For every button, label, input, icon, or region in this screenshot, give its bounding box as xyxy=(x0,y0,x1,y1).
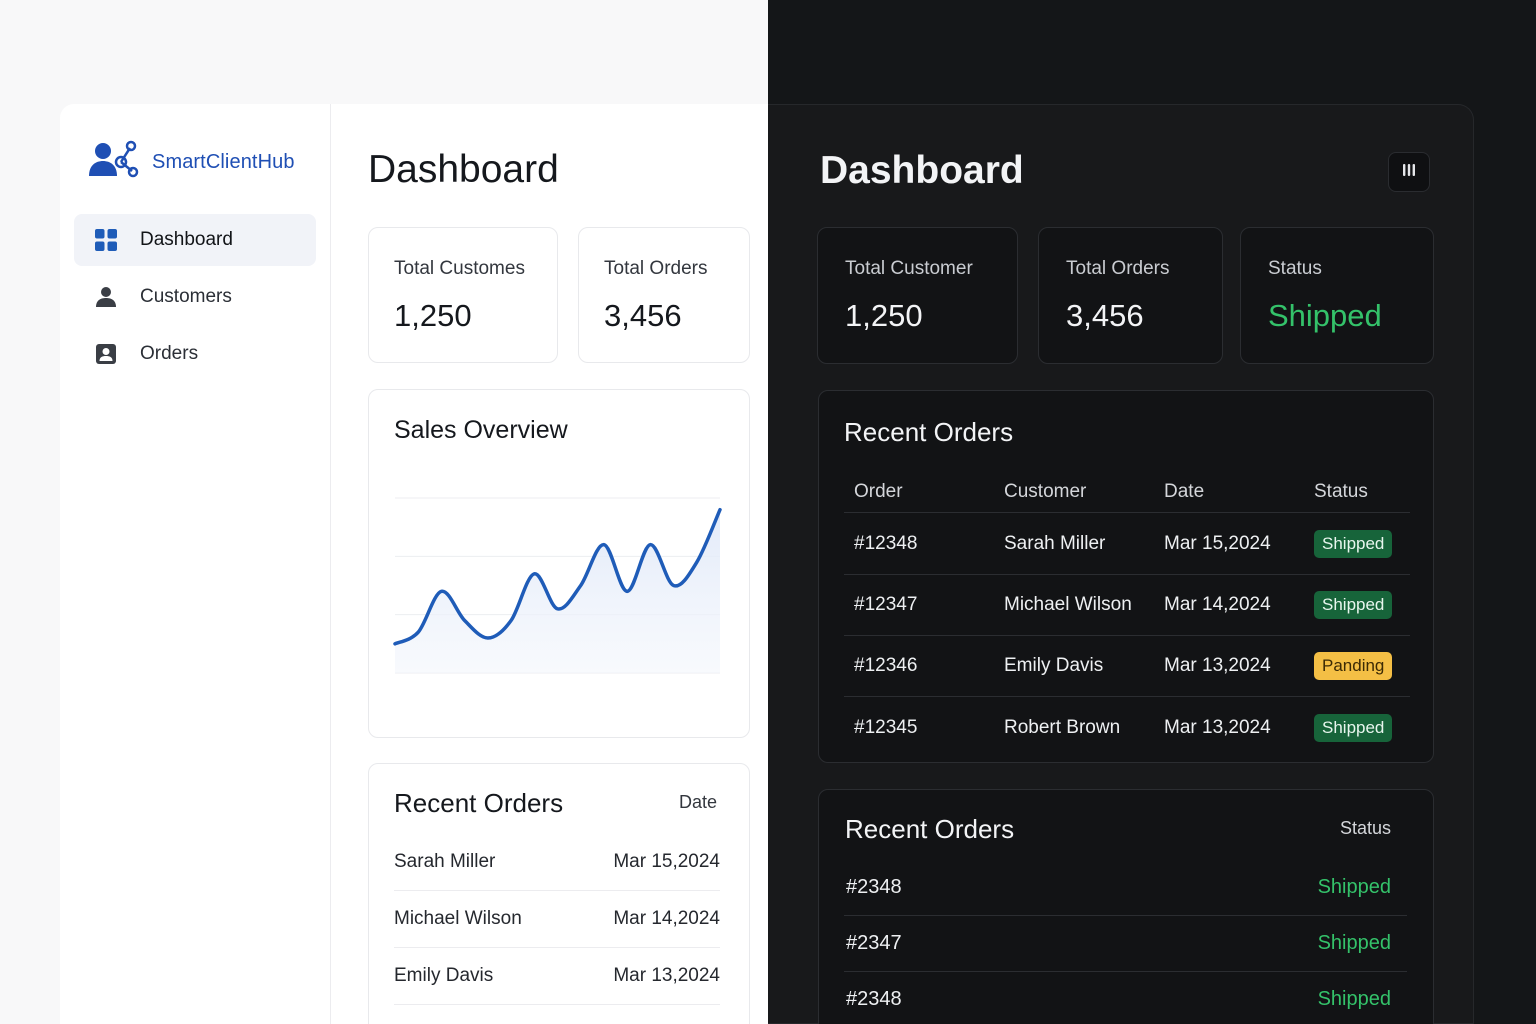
stat-label: Status xyxy=(1268,258,1322,279)
column-header-order[interactable]: Order xyxy=(854,481,903,503)
order-id: #2348 xyxy=(846,876,902,898)
sidebar-item-label: Dashboard xyxy=(140,229,233,250)
order-date: Mar 14,2024 xyxy=(1164,594,1271,615)
status-column-header[interactable]: Status xyxy=(1340,818,1391,839)
order-date: Mar 15,2024 xyxy=(1164,533,1271,554)
customer-name: Sarah Miller xyxy=(1004,533,1106,554)
stat-label: Total Customes xyxy=(394,258,525,279)
stat-card-orders: Total Orders 3,456 xyxy=(578,227,750,363)
sidebar-item-label: Orders xyxy=(140,343,199,364)
brand-name: SmartClientHub xyxy=(152,151,295,173)
stat-card-status: Status Shipped xyxy=(1240,227,1434,364)
brand-logo[interactable]: SmartClientHub xyxy=(88,140,295,185)
order-id: #12347 xyxy=(854,594,918,615)
order-date: Mar 14,2024 xyxy=(613,908,720,929)
status-badge: Shipped xyxy=(1314,713,1393,742)
customer-name: Emily Davis xyxy=(394,965,494,986)
column-header-date[interactable]: Date xyxy=(1164,481,1204,503)
table-header: Order Customer Date Status xyxy=(844,475,1410,513)
stat-card-orders: Total Orders 3,456 xyxy=(1038,227,1223,364)
list-item[interactable]: #2348 Shipped xyxy=(844,972,1407,1024)
order-id: #2347 xyxy=(846,932,902,954)
sidebar-item-label: Customers xyxy=(140,286,232,307)
list-item[interactable]: Emily Davis Mar 13,2024 xyxy=(394,948,720,1005)
order-date: Mar 15,2024 xyxy=(613,851,720,872)
sidebar-item-dashboard[interactable]: Dashboard xyxy=(74,214,316,266)
recent-orders-list: Sarah Miller Mar 15,2024 Michael Wilson … xyxy=(394,834,720,1005)
sidebar-item-customers[interactable]: Customers xyxy=(74,271,316,323)
clipboard-icon xyxy=(94,342,118,366)
stat-card-customers: Total Customes 1,250 xyxy=(368,227,558,363)
status-badge: Shipped xyxy=(1314,530,1393,558)
stat-label: Total Orders xyxy=(1066,258,1170,279)
page-title: Dashboard xyxy=(368,148,559,191)
customer-name: Robert Brown xyxy=(1004,716,1121,738)
stat-value: 3,456 xyxy=(604,298,682,333)
table-row[interactable]: #12345 Robert Brown Mar 13,2024 Shipped xyxy=(844,697,1410,758)
page-title: Dashboard xyxy=(820,149,1024,192)
status-badge: Panding xyxy=(1314,652,1393,680)
bars-icon xyxy=(1401,162,1417,183)
table-row[interactable]: #12348 Sarah Miller Mar 15,2024 Shipped xyxy=(844,514,1410,575)
card-title: Recent Orders xyxy=(844,417,1014,447)
date-column-header[interactable]: Date xyxy=(679,792,717,813)
light-dashboard: SmartClientHub Dashboard Customers Order… xyxy=(60,104,768,1024)
list-item[interactable]: Sarah Miller Mar 15,2024 xyxy=(394,834,720,891)
sidebar-item-orders[interactable]: Orders xyxy=(74,328,316,380)
table-body: #12348 Sarah Miller Mar 15,2024 Shipped … xyxy=(844,514,1410,758)
column-header-customer[interactable]: Customer xyxy=(1004,481,1086,503)
card-title: Recent Orders xyxy=(845,814,1015,844)
customer-name: Michael Wilson xyxy=(1004,594,1132,615)
stat-label: Total Customer xyxy=(845,258,973,279)
order-id: #12345 xyxy=(854,716,918,738)
light-main: Dashboard Total Customes 1,250 Total Ord… xyxy=(331,104,768,1024)
users-network-icon xyxy=(88,140,144,185)
list-item[interactable]: #2347 Shipped xyxy=(844,916,1407,972)
order-id: #12346 xyxy=(854,655,918,676)
sidebar: SmartClientHub Dashboard Customers Order… xyxy=(60,104,331,1024)
user-icon xyxy=(94,285,118,309)
order-date: Mar 13,2024 xyxy=(613,965,720,986)
stat-value: 3,456 xyxy=(1066,298,1144,333)
list-item[interactable]: Michael Wilson Mar 14,2024 xyxy=(394,891,720,948)
stat-value: 1,250 xyxy=(394,298,472,333)
order-status: Shipped xyxy=(1317,876,1391,898)
customer-name: Emily Davis xyxy=(1004,655,1104,676)
stat-value: Shipped xyxy=(1268,298,1382,333)
recent-orders-card: Recent Orders Date Sarah Miller Mar 15,2… xyxy=(368,763,750,1024)
chart-title: Sales Overview xyxy=(394,416,568,444)
recent-orders-status-card: Recent Orders Status #2348 Shipped #2347… xyxy=(818,789,1434,1024)
card-title: Recent Orders xyxy=(394,788,564,818)
order-status: Shipped xyxy=(1317,932,1391,954)
order-id: #12348 xyxy=(854,533,918,554)
menu-button[interactable] xyxy=(1388,152,1430,192)
order-id: #2348 xyxy=(846,988,902,1010)
customer-name: Michael Wilson xyxy=(394,908,522,929)
order-date: Mar 13,2024 xyxy=(1164,655,1271,676)
recent-orders-table-card: Recent Orders Order Customer Date Status… xyxy=(818,390,1434,763)
column-header-status[interactable]: Status xyxy=(1314,481,1368,503)
order-status: Shipped xyxy=(1317,988,1391,1010)
stat-card-customers: Total Customer 1,250 xyxy=(817,227,1018,364)
table-row[interactable]: #12346 Emily Davis Mar 13,2024 Panding xyxy=(844,636,1410,697)
dark-dashboard: Dashboard Total Customer 1,250 Total Ord… xyxy=(768,104,1474,1024)
order-date: Mar 13,2024 xyxy=(1164,716,1271,738)
stat-label: Total Orders xyxy=(604,258,708,279)
customer-name: Sarah Miller xyxy=(394,851,496,872)
sidebar-nav: Dashboard Customers Orders xyxy=(74,214,316,385)
stat-value: 1,250 xyxy=(845,298,923,333)
table-row[interactable]: #12347 Michael Wilson Mar 14,2024 Shippe… xyxy=(844,575,1410,636)
grid-icon xyxy=(94,228,118,252)
status-badge: Shipped xyxy=(1314,591,1393,619)
sales-overview-card: Sales Overview xyxy=(368,389,750,738)
list-item[interactable]: #2348 Shipped xyxy=(844,860,1407,916)
recent-orders-list: #2348 Shipped #2347 Shipped #2348 Shippe… xyxy=(844,860,1407,1024)
